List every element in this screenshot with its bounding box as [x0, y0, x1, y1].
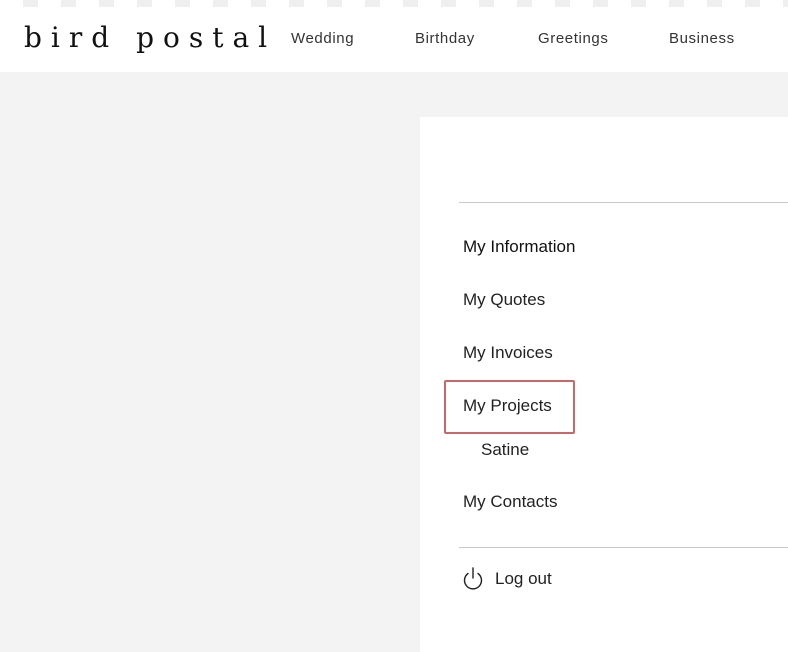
menu-top-divider — [459, 202, 788, 203]
menu-item-my-quotes[interactable]: My Quotes — [463, 290, 545, 310]
nav-birthday[interactable]: Birthday — [415, 30, 475, 47]
menu-item-my-information[interactable]: My Information — [463, 237, 575, 257]
nav-greetings[interactable]: Greetings — [538, 30, 608, 47]
menu-item-my-contacts[interactable]: My Contacts — [463, 492, 557, 512]
logout-label: Log out — [495, 569, 552, 588]
site-header: bird postal Wedding Birthday Greetings B… — [0, 7, 788, 72]
logout-button[interactable]: Log out — [461, 566, 552, 592]
account-menu-panel: My Information My Quotes My Invoices My … — [420, 117, 788, 652]
power-icon — [463, 567, 483, 590]
menu-bottom-divider — [459, 547, 788, 548]
menu-item-my-invoices[interactable]: My Invoices — [463, 343, 553, 363]
top-pattern-strip — [0, 0, 788, 7]
menu-item-my-projects[interactable]: My Projects — [463, 396, 552, 416]
logo[interactable]: bird postal — [24, 22, 276, 54]
nav-wedding[interactable]: Wedding — [291, 30, 354, 47]
menu-subitem-satine[interactable]: Satine — [481, 440, 529, 460]
nav-business[interactable]: Business — [669, 30, 735, 47]
